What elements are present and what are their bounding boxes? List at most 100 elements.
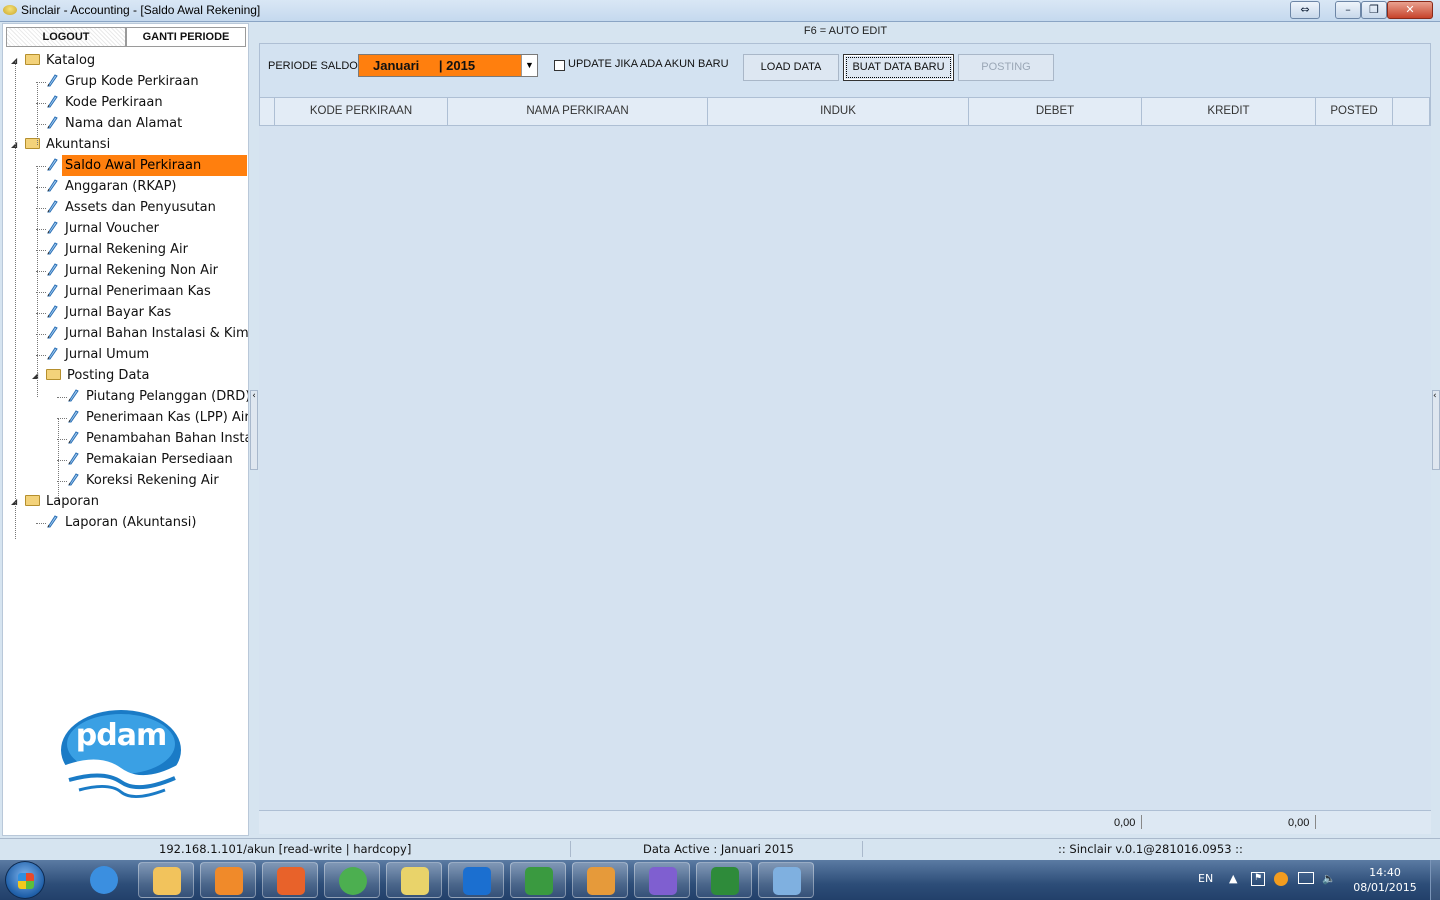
column-header[interactable] [1393,98,1430,125]
tree-item[interactable]: Anggaran (RKAP) [46,176,180,197]
right-splitter[interactable]: ‹ [1432,390,1440,470]
taskbar-excel-button[interactable] [696,862,752,898]
tree-item[interactable]: Piutang Pelanggan (DRD) [67,386,248,407]
taskbar-tag-tool-button[interactable] [572,862,628,898]
firefox-icon [277,867,305,895]
tree-item-label: Laporan [46,494,99,509]
tree-item-label: Pemakaian Persediaan [86,452,233,467]
grid-header: KODE PERKIRAAN NAMA PERKIRAAN INDUK DEBET KR… [259,97,1431,126]
tree-item-label: Penerimaan Kas (LPP) Air [86,410,248,425]
internet-explorer-icon [90,866,118,894]
clock[interactable]: 14:40 08/01/2015 [1350,865,1420,895]
tree-folder[interactable]: Akuntansi [25,134,113,155]
taskbar-media-player-button[interactable] [200,862,256,898]
folder-icon [46,369,61,380]
tree-item[interactable]: Kode Perkiraan [46,92,166,113]
volume-icon[interactable]: 🔈 [1322,872,1336,885]
feather-icon [68,388,79,401]
logout-button[interactable]: LOGOUT [6,27,126,47]
status-divider [570,841,571,857]
column-header[interactable]: KODE PERKIRAAN [275,98,448,125]
tree-item[interactable]: Pemakaian Persediaan [67,449,236,470]
network-icon[interactable] [1298,872,1314,884]
tree-item[interactable]: Laporan (Akuntansi) [46,512,199,533]
tree-item-label: Grup Kode Perkiraan [65,74,199,89]
feather-icon [68,472,79,485]
periode-select[interactable]: Januari | 2015 ▼ [358,54,538,77]
tree-item[interactable]: Jurnal Penerimaan Kas [46,281,214,302]
tree-item[interactable]: Koreksi Rekening Air [67,470,222,491]
restore-window-icon[interactable]: ⇔ [1290,1,1320,19]
column-header[interactable]: DEBET [969,98,1142,125]
tree-item-label: Piutang Pelanggan (DRD) [86,389,248,404]
tree-item[interactable]: Jurnal Umum [46,344,152,365]
language-indicator[interactable]: EN [1198,872,1213,885]
taskbar-file-explorer-button[interactable] [138,862,194,898]
tree-item[interactable]: Jurnal Bayar Kas [46,302,174,323]
window-title: Sinclair - Accounting - [Saldo Awal Reke… [21,3,261,17]
chevron-down-icon[interactable]: ▼ [521,55,537,76]
tree-item[interactable]: Penerimaan Kas (LPP) Air [67,407,248,428]
column-header[interactable] [260,98,275,125]
show-desktop-button[interactable] [1430,860,1440,900]
tree-item[interactable]: Jurnal Rekening Non Air [46,260,221,281]
folder-icon [25,54,40,65]
media-player-icon [215,867,243,895]
taskbar-chrome-button[interactable] [324,862,380,898]
taskbar-internet-explorer-button[interactable] [76,862,132,898]
hint-text: F6 = AUTO EDIT [803,25,888,37]
tree-item-label: Jurnal Voucher [65,221,159,236]
app-grid-icon [649,867,677,895]
action-center-icon[interactable]: ⚑ [1251,872,1265,886]
taskbar-sinclair-accounting-button[interactable] [386,862,442,898]
update-akun-checkbox[interactable] [554,60,565,71]
feather-icon [47,283,58,296]
pane-splitter[interactable]: ‹ [250,390,258,470]
chrome-icon [339,867,367,895]
window-title-bar[interactable]: Sinclair - Accounting - [Saldo Awal Reke… [0,0,1440,22]
tree-connector [57,397,67,398]
tree-folder[interactable]: Laporan [25,491,102,512]
tree-item[interactable]: Jurnal Voucher [46,218,162,239]
tree-item[interactable]: Grup Kode Perkiraan [46,71,202,92]
posting-button[interactable]: POSTING [958,54,1054,81]
ganti-periode-button[interactable]: GANTI PERIODE [126,27,246,47]
maximize-button[interactable]: ❐ [1361,1,1387,19]
tree-item[interactable]: Jurnal Rekening Air [46,239,191,260]
taskbar-app-grid-button[interactable] [634,862,690,898]
periode-month: Januari [373,58,420,73]
buat-data-baru-button[interactable]: BUAT DATA BARU [843,54,954,81]
tree-item-label: Jurnal Bahan Instalasi & Kim [65,326,248,341]
load-data-button[interactable]: LOAD DATA [743,54,839,81]
column-header[interactable]: INDUK [708,98,969,125]
tree-connector [15,61,16,540]
tree-folder[interactable]: Posting Data [46,365,152,386]
start-button[interactable] [5,861,45,899]
tree-item[interactable]: Saldo Awal Perkiraan [46,155,247,176]
tree-item-label: Laporan (Akuntansi) [65,515,197,530]
tree-item-label: Jurnal Umum [65,347,150,362]
tree-item[interactable]: Jurnal Bahan Instalasi & Kim [46,323,248,344]
taskbar-teamviewer-button[interactable] [448,862,504,898]
tree-folder[interactable]: Katalog [25,50,98,71]
feather-icon [47,262,58,275]
column-header[interactable]: KREDIT [1142,98,1316,125]
chevron-up-icon[interactable]: ▲ [1229,872,1237,885]
taskbar: EN ▲ ⚑ 🔈 14:40 08/01/2015 [0,860,1440,900]
taskbar-firefox-button[interactable] [262,862,318,898]
tree-item[interactable]: Assets dan Penyusutan [46,197,219,218]
tree-item-label: Jurnal Rekening Air [65,242,188,257]
column-header[interactable]: NAMA PERKIRAAN [448,98,708,125]
file-explorer-icon [153,867,181,895]
close-button[interactable]: ✕ [1387,1,1433,19]
sinclair-accounting-icon [401,867,429,895]
taskbar-paint-button[interactable] [758,862,814,898]
tree-item[interactable]: Nama dan Alamat [46,113,185,134]
saldo-grid[interactable]: KODE PERKIRAAN NAMA PERKIRAAN INDUK DEBET KR… [259,97,1431,812]
minimize-button[interactable]: – [1335,1,1361,19]
taskbar-video-editor-button[interactable] [510,862,566,898]
column-header[interactable]: POSTED [1316,98,1393,125]
tray-app-icon[interactable] [1274,872,1288,886]
tree-item[interactable]: Penambahan Bahan Insta [67,428,248,449]
teamviewer-icon [463,867,491,895]
